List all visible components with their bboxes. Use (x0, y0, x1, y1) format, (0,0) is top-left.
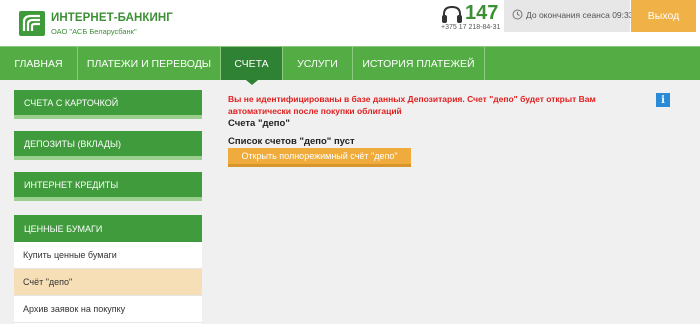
sidebar-item-deposits[interactable]: ДЕПОЗИТЫ (ВКЛАДЫ) (14, 131, 202, 160)
depository-alert: Вы не идентифицированы в базе данных Деп… (228, 94, 596, 116)
depo-list-empty-text: Список счетов "депо" пуст (228, 136, 355, 147)
sidebar-securities-section: ЦЕННЫЕ БУМАГИ Купить ценные бумаги Счёт … (14, 215, 202, 324)
logout-button[interactable]: Выход (631, 0, 696, 32)
session-timer-text: До окончания сеанса 09:33 (526, 10, 634, 20)
nav-item-home[interactable]: ГЛАВНАЯ (0, 47, 78, 80)
clock-icon (512, 9, 523, 20)
brand-subtitle: ОАО "АСБ Беларусбанк" (51, 27, 137, 36)
bank-logo[interactable] (19, 11, 45, 36)
nav-item-accounts[interactable]: СЧЕТА (221, 47, 283, 85)
info-icon[interactable]: i (656, 93, 670, 107)
session-timer: До окончания сеанса 09:33 (504, 0, 634, 32)
support-phone: +375 17 218-84-31 (441, 24, 501, 31)
open-depo-account-button[interactable]: Открыть полнорежимный счёт "депо" (228, 148, 411, 167)
nav-item-payments[interactable]: ПЛАТЕЖИ И ПЕРЕВОДЫ (78, 47, 221, 80)
sidebar-item-depo-account[interactable]: Счёт "депо" (14, 269, 202, 296)
support-short-number[interactable]: 147 (465, 2, 498, 25)
nav-item-accounts-label: СЧЕТА (234, 57, 269, 70)
main-nav: ГЛАВНАЯ ПЛАТЕЖИ И ПЕРЕВОДЫ СЧЕТА УСЛУГИ … (0, 46, 700, 85)
sidebar-item-card-accounts[interactable]: СЧЕТА С КАРТОЧКОЙ (14, 90, 202, 119)
header: ИНТЕРНЕТ-БАНКИНГ ОАО "АСБ Беларусбанк" 1… (0, 0, 700, 46)
nav-item-services[interactable]: УСЛУГИ (283, 47, 353, 80)
nav-item-payment-history[interactable]: ИСТОРИЯ ПЛАТЕЖЕЙ (353, 47, 485, 80)
active-tab-caret (245, 80, 258, 85)
sidebar-item-buy-securities[interactable]: Купить ценные бумаги (14, 242, 202, 269)
sidebar-securities-header[interactable]: ЦЕННЫЕ БУМАГИ (14, 215, 202, 242)
headset-icon (442, 5, 462, 23)
brand-title: ИНТЕРНЕТ-БАНКИНГ (51, 12, 173, 24)
sidebar-item-purchase-archive[interactable]: Архив заявок на покупку (14, 296, 202, 323)
depo-accounts-heading: Счета "депо" (228, 118, 290, 129)
sidebar-item-internet-credits[interactable]: ИНТЕРНЕТ КРЕДИТЫ (14, 172, 202, 201)
